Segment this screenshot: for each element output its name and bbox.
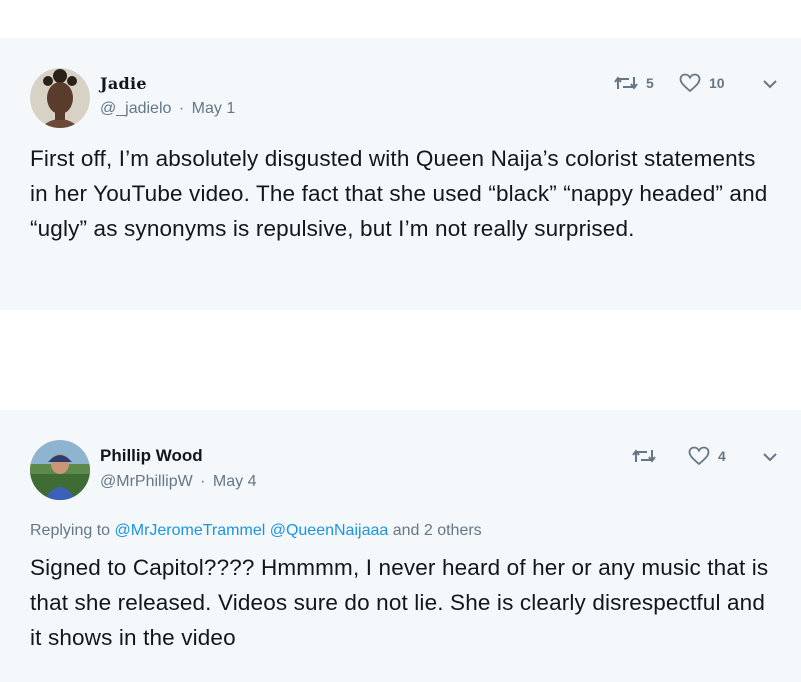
retweet-button[interactable] bbox=[632, 446, 664, 466]
replying-to: Replying to @MrJeromeTrammel @QueenNaija… bbox=[30, 522, 482, 540]
mention-link[interactable]: @QueenNaijaaa bbox=[270, 522, 389, 539]
tweet-text: Signed to Capitol???? Hmmmm, I never hea… bbox=[30, 555, 769, 650]
chevron-down-icon bbox=[763, 453, 777, 462]
retweet-count: 5 bbox=[646, 75, 654, 91]
display-name[interactable]: Phillip Wood bbox=[100, 446, 203, 466]
avatar-photo-icon bbox=[30, 68, 90, 128]
heart-icon bbox=[688, 446, 710, 466]
separator: · bbox=[200, 473, 206, 490]
like-count: 4 bbox=[718, 448, 726, 464]
avatar-photo-icon bbox=[30, 440, 90, 500]
tweet-meta: @_jadielo · May 1 bbox=[100, 100, 235, 118]
retweet-icon bbox=[614, 76, 638, 90]
handle[interactable]: @MrPhillipW bbox=[100, 473, 193, 490]
handle[interactable]: @_jadielo bbox=[100, 100, 171, 117]
heart-icon bbox=[679, 73, 701, 93]
tweet-card[interactable]: Phillip Wood @MrPhillipW · May 4 4 Reply… bbox=[0, 410, 801, 682]
more-options-button[interactable] bbox=[760, 74, 780, 94]
tweet-meta: @MrPhillipW · May 4 bbox=[100, 473, 257, 491]
avatar[interactable] bbox=[30, 440, 90, 500]
replying-others[interactable]: and 2 others bbox=[393, 522, 482, 539]
like-button[interactable]: 10 bbox=[679, 73, 725, 93]
avatar[interactable] bbox=[30, 68, 90, 128]
replying-label: Replying to bbox=[30, 522, 111, 539]
retweet-button[interactable]: 5 bbox=[614, 73, 654, 93]
timestamp[interactable]: May 1 bbox=[192, 100, 236, 117]
display-name[interactable]: Jadie bbox=[100, 74, 147, 93]
retweet-icon bbox=[632, 449, 656, 463]
like-count: 10 bbox=[709, 75, 725, 91]
tweet-text: First off, I’m absolutely disgusted with… bbox=[30, 146, 768, 241]
mention-link[interactable]: @MrJeromeTrammel bbox=[115, 522, 266, 539]
timestamp[interactable]: May 4 bbox=[213, 473, 257, 490]
chevron-down-icon bbox=[763, 80, 777, 89]
separator: · bbox=[178, 100, 185, 117]
more-options-button[interactable] bbox=[760, 447, 780, 467]
tweet-card[interactable]: Jadie @_jadielo · May 1 5 10 First off, … bbox=[0, 38, 801, 310]
like-button[interactable]: 4 bbox=[688, 446, 726, 466]
